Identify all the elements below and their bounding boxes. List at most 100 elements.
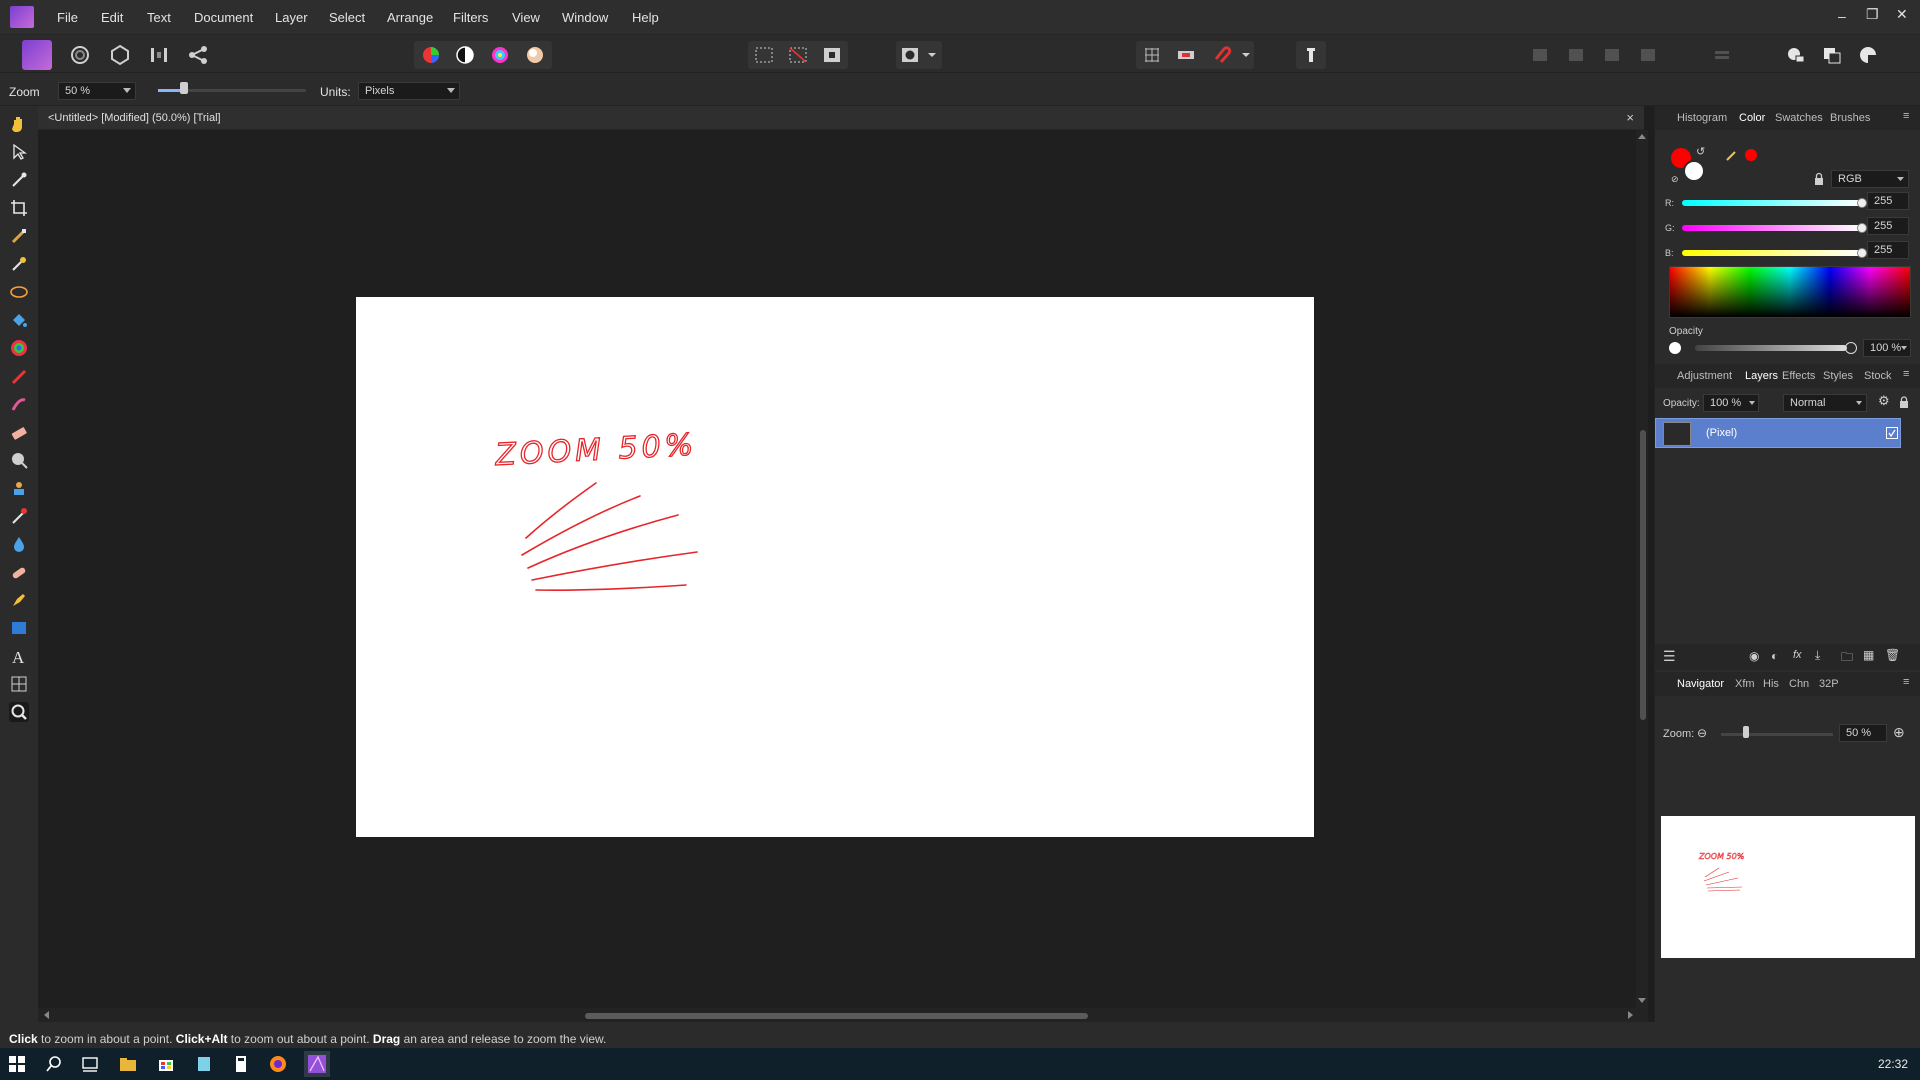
- search-icon[interactable]: [44, 1054, 64, 1074]
- restore-icon[interactable]: ❐: [1866, 6, 1879, 23]
- move-front-icon[interactable]: [1299, 43, 1323, 67]
- mesh-warp-tool-icon[interactable]: [9, 674, 29, 694]
- flood-fill-tool-icon[interactable]: [9, 310, 29, 330]
- menu-filters[interactable]: Filters: [453, 10, 488, 25]
- minimize-icon[interactable]: –: [1838, 8, 1846, 24]
- ellipse-marquee-tool-icon[interactable]: [9, 282, 29, 302]
- menu-file[interactable]: File: [57, 10, 78, 25]
- develop-persona-icon[interactable]: [108, 43, 132, 67]
- document-page[interactable]: ZOOM 50%: [356, 297, 1314, 837]
- zoom-out-icon[interactable]: ⊖: [1697, 726, 1707, 740]
- zoom-field[interactable]: 50 %: [58, 82, 136, 100]
- group-folder-icon[interactable]: 🗀: [1841, 648, 1853, 669]
- green-value-field[interactable]: 255: [1867, 217, 1909, 235]
- navigator-zoom-slider[interactable]: [1721, 733, 1833, 736]
- blue-slider-knob[interactable]: [1857, 248, 1867, 258]
- calculator-icon[interactable]: [231, 1054, 251, 1074]
- red-slider[interactable]: [1682, 200, 1862, 206]
- opacity-slider-knob[interactable]: [1845, 342, 1857, 354]
- tab-color[interactable]: Color: [1739, 112, 1765, 124]
- layer-row[interactable]: (Pixel): [1655, 418, 1901, 448]
- color-spectrum[interactable]: [1669, 266, 1911, 318]
- red-slider-knob[interactable]: [1857, 198, 1867, 208]
- opacity-slider[interactable]: [1695, 345, 1847, 351]
- subtract-icon[interactable]: [1820, 43, 1844, 67]
- assistant-icon[interactable]: [1174, 43, 1198, 67]
- menu-select[interactable]: Select: [329, 10, 365, 25]
- tab-brushes[interactable]: Brushes: [1830, 112, 1870, 124]
- layer-stack-icon[interactable]: ☰: [1663, 648, 1676, 665]
- secondary-color-swatch[interactable]: [1683, 160, 1705, 182]
- eyedropper-icon[interactable]: [1725, 148, 1739, 162]
- blue-value-field[interactable]: 255: [1867, 241, 1909, 259]
- affinity-photo-logo-icon[interactable]: [10, 6, 34, 28]
- crop-tool-icon[interactable]: [9, 198, 29, 218]
- red-value-field[interactable]: 255: [1867, 192, 1909, 210]
- zoom-slider-handle[interactable]: [180, 82, 188, 94]
- green-slider-knob[interactable]: [1857, 223, 1867, 233]
- deselect-icon[interactable]: [786, 43, 810, 67]
- tab-histogram[interactable]: Histogram: [1677, 112, 1727, 124]
- blur-brush-tool-icon[interactable]: [9, 534, 29, 554]
- add-icon[interactable]: [1784, 43, 1808, 67]
- align-left-icon[interactable]: [1528, 43, 1552, 67]
- navigator-zoom-field[interactable]: 50 %: [1839, 724, 1887, 742]
- affinity-photo-taskbar-icon[interactable]: [304, 1051, 330, 1077]
- invert-selection-icon[interactable]: [820, 43, 844, 67]
- chevron-down-icon[interactable]: [926, 43, 938, 67]
- menu-view[interactable]: View: [512, 10, 540, 25]
- panel-menu-icon[interactable]: ≡: [1903, 676, 1909, 688]
- snapping-magnet-icon[interactable]: [1210, 43, 1234, 67]
- tab-history[interactable]: His: [1763, 678, 1779, 690]
- color-replacement-tool-icon[interactable]: [9, 394, 29, 414]
- align-top-icon[interactable]: [1636, 43, 1660, 67]
- close-window-icon[interactable]: ✕: [1896, 6, 1908, 23]
- tab-transform[interactable]: Xfm: [1735, 678, 1755, 690]
- view-tool-hand-icon[interactable]: [9, 114, 29, 134]
- pen-tool-icon[interactable]: [9, 590, 29, 610]
- windows-start-icon[interactable]: [7, 1054, 27, 1074]
- tab-32bit-preview[interactable]: 32P: [1819, 678, 1839, 690]
- tab-styles[interactable]: Styles: [1823, 370, 1853, 382]
- color-balance-icon[interactable]: [488, 43, 512, 67]
- liquify-persona-icon[interactable]: [68, 43, 92, 67]
- share-icon[interactable]: [186, 43, 210, 67]
- white-balance-icon[interactable]: [523, 43, 547, 67]
- layer-lock-icon[interactable]: [1899, 396, 1909, 408]
- mask-layer-icon[interactable]: ◉: [1749, 649, 1759, 663]
- tab-navigator[interactable]: Navigator: [1677, 678, 1724, 690]
- add-pixel-layer-icon[interactable]: ▦: [1863, 648, 1874, 662]
- selection-brush-tool-icon[interactable]: [9, 226, 29, 246]
- layer-opacity-field[interactable]: 100 %: [1703, 394, 1759, 412]
- tone-mapping-persona-icon[interactable]: [147, 43, 171, 67]
- task-view-icon[interactable]: [80, 1054, 100, 1074]
- red-eye-tool-icon[interactable]: [9, 506, 29, 526]
- color-model-dropdown[interactable]: RGB: [1831, 170, 1909, 188]
- navigator-zoom-handle[interactable]: [1743, 726, 1749, 738]
- menu-text[interactable]: Text: [147, 10, 171, 25]
- horizontal-scroll-thumb[interactable]: [585, 1013, 1088, 1019]
- sticky-notes-icon[interactable]: [194, 1054, 214, 1074]
- swap-colors-icon[interactable]: ↺: [1696, 145, 1705, 158]
- no-color-icon[interactable]: ⊘: [1671, 174, 1679, 185]
- blend-mode-dropdown[interactable]: Normal: [1783, 394, 1867, 412]
- artistic-text-tool-icon[interactable]: A: [9, 646, 29, 666]
- tab-effects[interactable]: Effects: [1782, 370, 1815, 382]
- live-filter-icon[interactable]: ⤓: [1815, 648, 1820, 663]
- zoom-in-icon[interactable]: ⊕: [1893, 724, 1905, 741]
- menu-window[interactable]: Window: [562, 10, 608, 25]
- tab-channels[interactable]: Chn: [1789, 678, 1809, 690]
- menu-help[interactable]: Help: [632, 10, 659, 25]
- delete-layer-icon[interactable]: 🗑: [1885, 648, 1900, 662]
- tab-stock[interactable]: Stock: [1864, 370, 1892, 382]
- document-tab[interactable]: <Untitled> [Modified] (50.0%) [Trial] ×: [38, 106, 1644, 130]
- opacity-value-field[interactable]: 100 %: [1863, 339, 1911, 357]
- scroll-down-icon[interactable]: [1638, 998, 1646, 1004]
- firefox-icon[interactable]: [268, 1054, 288, 1074]
- panel-menu-icon[interactable]: ≡: [1903, 110, 1909, 122]
- tab-layers[interactable]: Layers: [1745, 370, 1778, 382]
- gradient-tool-icon[interactable]: [9, 338, 29, 358]
- close-document-icon[interactable]: ×: [1626, 110, 1634, 125]
- vertical-scroll-thumb[interactable]: [1640, 430, 1646, 720]
- scroll-right-icon[interactable]: [1628, 1011, 1634, 1019]
